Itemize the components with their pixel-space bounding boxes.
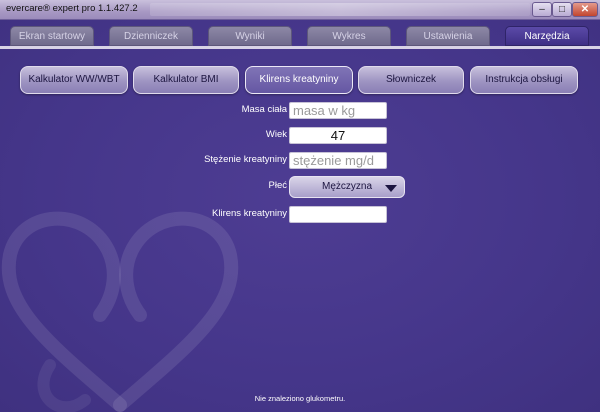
sex-label: Płeć (268, 180, 287, 191)
weight-label: Masa ciała (241, 104, 287, 115)
chevron-down-icon (385, 185, 397, 192)
weight-row: Masa ciała masa w kg (0, 102, 600, 120)
window-titlebar: evercare® expert pro 1.1.427.2 – □ ✕ (0, 0, 600, 20)
creatinine-row: Stężenie kreatyniny stężenie mg/d (0, 152, 600, 170)
clearance-output (289, 206, 387, 223)
tab-results[interactable]: Wyniki (208, 26, 292, 46)
tab-diary[interactable]: Dzienniczek (109, 26, 193, 46)
ww-wbt-calculator-button[interactable]: Kalkulator WW/WBT (20, 66, 128, 94)
weight-input[interactable]: masa w kg (289, 102, 387, 119)
tab-tools[interactable]: Narzędzia (505, 26, 589, 46)
sex-dropdown-value: Mężczyzna (322, 181, 373, 192)
sex-dropdown[interactable]: Mężczyzna (289, 176, 405, 198)
bmi-calculator-button[interactable]: Kalkulator BMI (133, 66, 239, 94)
creatinine-label: Stężenie kreatyniny (204, 154, 287, 165)
sex-row: Płeć Mężczyzna (0, 176, 600, 198)
heart-logo-watermark (1, 211, 239, 412)
user-manual-button[interactable]: Instrukcja obsługi (470, 66, 578, 94)
glossary-button[interactable]: Słowniczek (358, 66, 464, 94)
tab-settings[interactable]: Ustawienia (406, 26, 490, 46)
age-label: Wiek (265, 129, 287, 140)
tab-start-screen[interactable]: Ekran startowy (10, 26, 94, 46)
maximize-button[interactable]: □ (552, 2, 572, 17)
clearance-row: Klirens kreatyniny (0, 206, 600, 224)
window-title: evercare® expert pro 1.1.427.2 (6, 3, 138, 14)
tab-underline (0, 46, 600, 49)
main-tabs: Ekran startowy Dzienniczek Wyniki Wykres… (0, 26, 600, 48)
app-area: Ekran startowy Dzienniczek Wyniki Wykres… (0, 20, 600, 412)
tab-chart[interactable]: Wykres (307, 26, 391, 46)
close-button[interactable]: ✕ (572, 2, 598, 17)
creatinine-input[interactable]: stężenie mg/d (289, 152, 387, 169)
age-row: Wiek 47 (0, 127, 600, 145)
age-input[interactable]: 47 (289, 127, 387, 144)
status-message: Nie znaleziono glukometru. (254, 394, 346, 403)
titlebar-background-glare (150, 3, 530, 16)
minimize-button[interactable]: – (532, 2, 552, 17)
clearance-label: Klirens kreatyniny (212, 208, 287, 219)
creatinine-clearance-button[interactable]: Klirens kreatyniny (245, 66, 353, 94)
